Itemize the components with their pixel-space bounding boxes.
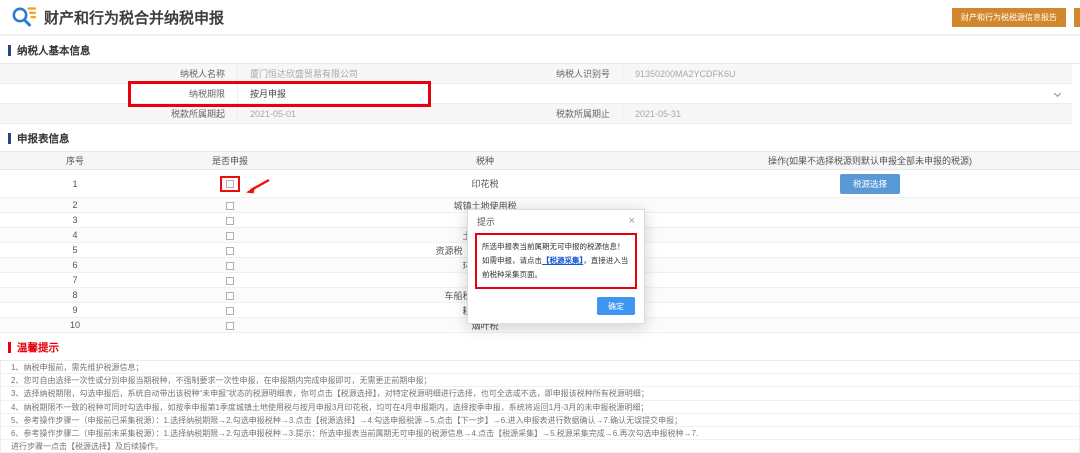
declare-cell — [150, 305, 310, 315]
declaration-title-text: 申报表信息 — [17, 131, 70, 146]
section-bar — [8, 133, 11, 144]
chevron-down-icon — [1054, 90, 1061, 97]
period-end-value: 2021-05-31 — [622, 104, 1072, 124]
close-icon[interactable]: × — [629, 216, 635, 227]
modal-footer: 确定 — [468, 296, 644, 324]
tip-line: 1、纳税申报前，需先维护税源信息； — [1, 361, 1079, 374]
declare-cell — [150, 245, 310, 255]
operation-cell: 税源选择 — [660, 174, 1080, 194]
row-number: 10 — [0, 320, 150, 330]
tip-line: 2、您可自由选择一次性或分别申报当期税种，不强制要求一次性申报，在申报期内完成申… — [1, 374, 1079, 387]
header-actions: 财产和行为税税源信息报告 下一步 — [952, 8, 1080, 27]
declare-cell — [150, 320, 310, 330]
tax-period-value: 按月申报 — [250, 89, 286, 99]
checkbox-annotation-wrap — [226, 217, 234, 225]
section-bar — [8, 45, 11, 56]
checkbox-annotation-wrap — [226, 292, 234, 300]
row-number: 9 — [0, 305, 150, 315]
col-header-operation: 操作(如果不选择税源则默认申报全部未申报的税源) — [660, 152, 1080, 170]
row-number: 7 — [0, 275, 150, 285]
declaration-title: 申报表信息 — [8, 131, 1080, 146]
declare-checkbox[interactable] — [226, 307, 234, 315]
declaration-table-header: 序号 是否申报 税种 操作(如果不选择税源则默认申报全部未申报的税源) — [0, 152, 1080, 170]
notice-modal: 提示 × 所选申报表当前属期无可申报的税源信息！如需申报，请点击【税源采集】，直… — [467, 209, 645, 324]
col-header-declare: 是否申报 — [150, 152, 310, 170]
period-start-label: 税款所属期起 — [0, 104, 237, 124]
declare-checkbox[interactable] — [226, 292, 234, 300]
tax-period-select[interactable]: 按月申报 — [237, 84, 1072, 104]
checkbox-annotation-wrap — [226, 247, 234, 255]
checkbox-annotation-wrap — [226, 202, 234, 210]
magnifier-logo-icon — [10, 4, 36, 30]
checkbox-annotation-wrap — [226, 262, 234, 270]
declare-checkbox[interactable] — [226, 232, 234, 240]
declare-cell — [150, 215, 310, 225]
taxpayer-name-value: 厦门恒达欣盛贸易有限公司 — [237, 64, 532, 84]
declare-cell — [150, 275, 310, 285]
checkbox-annotation-wrap — [226, 277, 234, 285]
tip-line: 3、选择纳税期限，勾选申报后，系统自动带出该税种“未申报”状态的税源明细表，你可… — [1, 387, 1079, 400]
taxpayer-name-label: 纳税人名称 — [0, 64, 237, 84]
tax-source-info-report-button[interactable]: 财产和行为税税源信息报告 — [952, 8, 1066, 27]
checkbox-annotation-wrap — [226, 307, 234, 315]
checkbox-annotation-wrap — [220, 176, 240, 192]
tips-section: 温馨提示 — [0, 340, 1080, 355]
period-end-label: 税款所属期止 — [532, 104, 622, 124]
tax-source-collect-link[interactable]: 【税源采集】 — [542, 256, 583, 265]
declare-checkbox[interactable] — [226, 180, 234, 188]
declare-cell — [150, 260, 310, 270]
row-number: 1 — [0, 179, 150, 189]
basic-info-title: 纳税人基本信息 — [8, 43, 1080, 58]
taxpayer-id-label: 纳税人识别号 — [532, 64, 622, 84]
declare-checkbox[interactable] — [226, 262, 234, 270]
row-number: 5 — [0, 245, 150, 255]
col-header-tax-type: 税种 — [310, 152, 660, 170]
declare-checkbox[interactable] — [226, 202, 234, 210]
row-number: 6 — [0, 260, 150, 270]
basic-info-section: 纳税人基本信息 — [0, 43, 1080, 58]
tips-title-text: 温馨提示 — [17, 340, 59, 355]
taxpayer-id-value: 91350200MA2YCDFK6U — [622, 64, 1072, 84]
red-annotation-box-modal: 所选申报表当前属期无可申报的税源信息！如需申报，请点击【税源采集】，直接进入当前… — [475, 233, 637, 289]
declare-cell — [150, 290, 310, 300]
declare-cell — [150, 230, 310, 240]
row-number: 8 — [0, 290, 150, 300]
tax-type-cell: 印花税 — [310, 177, 660, 190]
top-bar: 财产和行为税合并纳税申报 财产和行为税税源信息报告 下一步 — [0, 0, 1080, 36]
tip-line: 4、纳税期限不一致的税种可同时勾选申报，如按季申报第1季度城镇土地使用税与按月申… — [1, 401, 1079, 414]
table-row: 1 印花税 税源选择 — [0, 170, 1080, 198]
basic-info-grid: 纳税人名称 厦门恒达欣盛贸易有限公司 纳税人识别号 91350200MA2YCD… — [0, 63, 1080, 124]
declare-checkbox[interactable] — [226, 247, 234, 255]
next-step-button[interactable]: 下一步 — [1074, 8, 1080, 27]
tips-list: 1、纳税申报前，需先维护税源信息； 2、您可自由选择一次性或分别申报当期税种，不… — [0, 360, 1080, 453]
tax-period-label: 纳税期限 — [0, 84, 237, 104]
declare-checkbox[interactable] — [226, 277, 234, 285]
row-number: 3 — [0, 215, 150, 225]
checkbox-annotation-wrap — [226, 322, 234, 330]
section-bar — [8, 342, 11, 353]
declare-checkbox[interactable] — [226, 322, 234, 330]
declare-checkbox[interactable] — [226, 217, 234, 225]
page-title: 财产和行为税合并纳税申报 — [44, 7, 224, 28]
basic-info-title-text: 纳税人基本信息 — [17, 43, 91, 58]
modal-title: 提示 — [477, 215, 495, 228]
declare-cell — [150, 176, 310, 192]
row-number: 4 — [0, 230, 150, 240]
col-header-no: 序号 — [0, 152, 150, 170]
tip-line: 进行步骤一点击【税源选择】及后续操作。 — [1, 440, 1079, 453]
tips-title: 温馨提示 — [8, 340, 1080, 355]
modal-message: 所选申报表当前属期无可申报的税源信息！如需申报，请点击【税源采集】，直接进入当前… — [482, 240, 630, 282]
declare-cell — [150, 200, 310, 210]
checkbox-annotation-wrap — [226, 232, 234, 240]
row-number: 2 — [0, 200, 150, 210]
red-arrow-annotation-icon — [243, 177, 271, 197]
tip-line: 6、参考操作步骤二（申报前未采集税源）：1.选择纳税期限→2.勾选申报税种→3.… — [1, 427, 1079, 440]
tip-line: 5、参考操作步骤一（申报前已采集税源）：1.选择纳税期限→2.勾选申报税种→3.… — [1, 414, 1079, 427]
declaration-section: 申报表信息 — [0, 131, 1080, 146]
confirm-button[interactable]: 确定 — [597, 297, 635, 315]
period-start-value: 2021-05-01 — [237, 104, 532, 124]
tax-source-select-button[interactable]: 税源选择 — [840, 174, 900, 194]
modal-header: 提示 × — [468, 210, 644, 231]
